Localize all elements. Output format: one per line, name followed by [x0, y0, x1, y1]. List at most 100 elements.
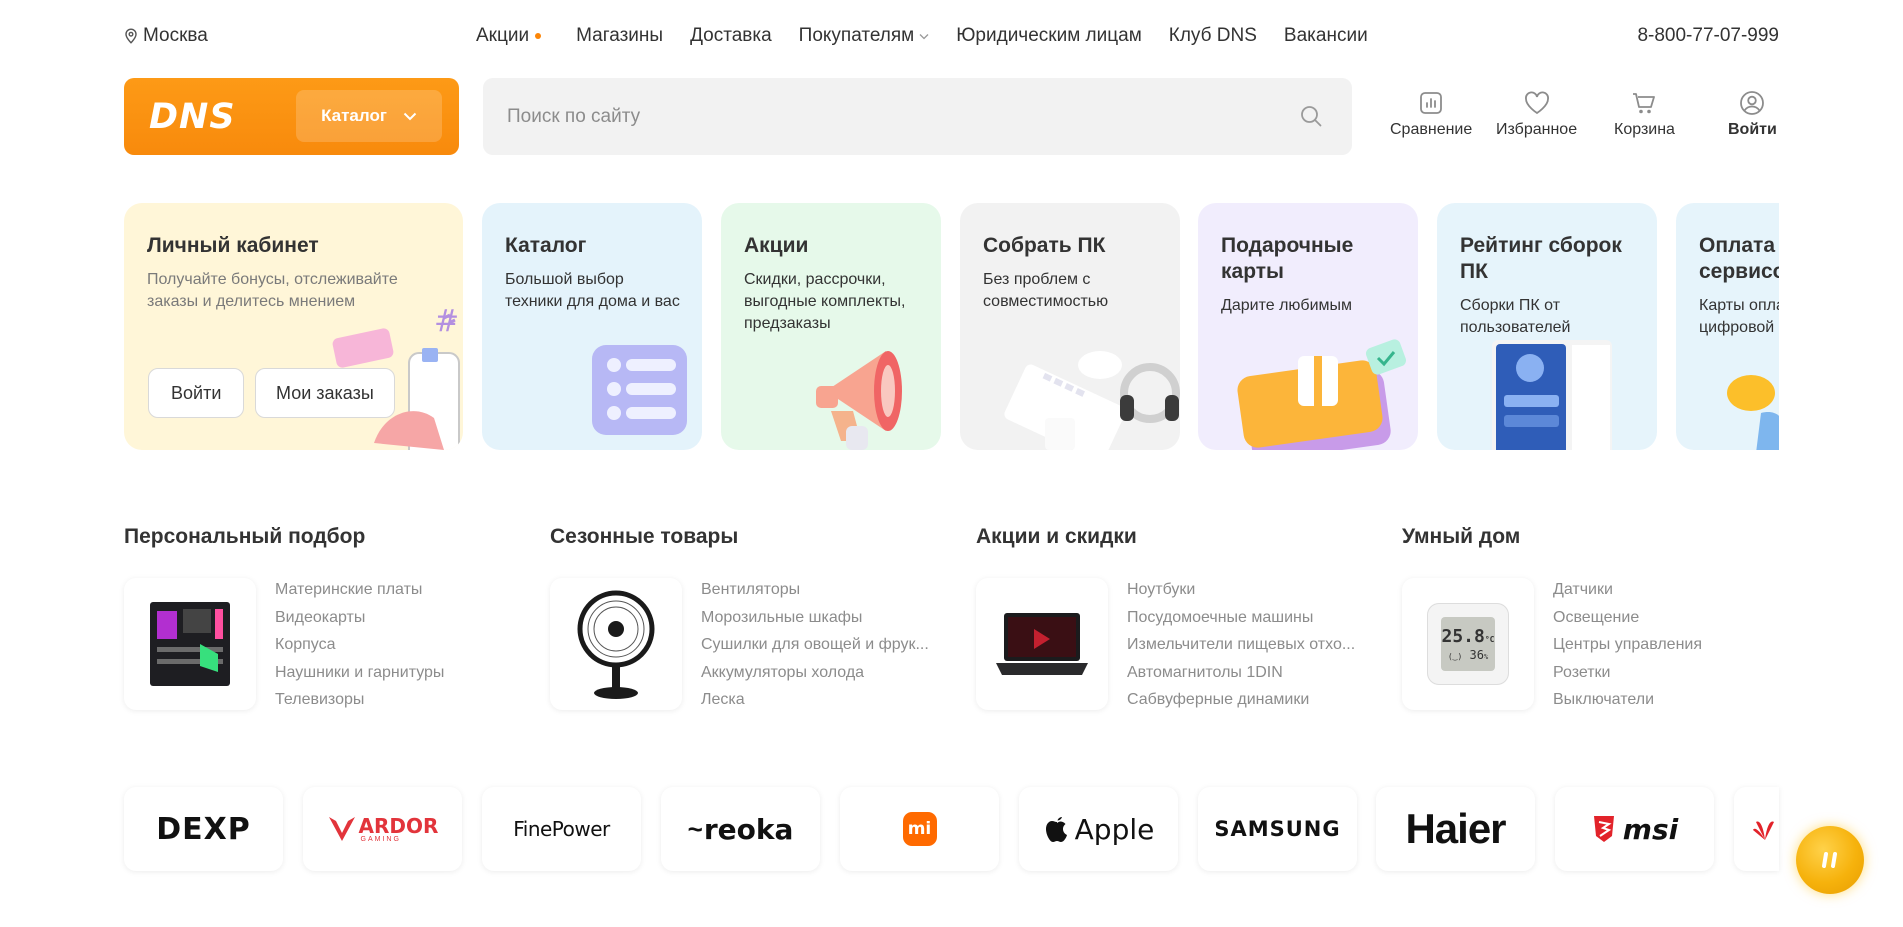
catalog-button[interactable]: Каталог	[296, 90, 442, 142]
pause-bars-icon	[1822, 852, 1837, 868]
catalog-button-label: Каталог	[321, 106, 387, 125]
compare-icon	[1420, 92, 1443, 114]
heart-icon	[1524, 91, 1549, 115]
fan-image[interactable]	[550, 578, 682, 710]
category-link[interactable]: Центры управления	[1553, 631, 1702, 659]
city-selector[interactable]: Москва	[124, 25, 208, 47]
my-orders-button[interactable]: Мои заказы	[255, 368, 395, 418]
category-link[interactable]: Сушилки для овощей и фрук...	[701, 631, 929, 659]
card-catalog[interactable]: Каталог Большой выбор техники для дома и…	[482, 203, 702, 450]
category-link[interactable]: Леска	[701, 686, 929, 714]
chevron-down-icon	[919, 33, 929, 39]
brand-samsung[interactable]: SAMSUNG	[1198, 787, 1357, 871]
brand-ardor[interactable]: ARDOR GAMING	[303, 787, 462, 871]
category-link[interactable]: Корпуса	[275, 631, 444, 659]
floating-bonus-button[interactable]	[1796, 826, 1864, 894]
brand-xiaomi[interactable]: mi	[840, 787, 999, 871]
card-title: Собрать ПК	[983, 234, 1106, 257]
pc-case-illustration	[1492, 340, 1612, 450]
coin-illustration	[1727, 375, 1779, 450]
nav-item-club[interactable]: Клуб DNS	[1169, 25, 1257, 47]
favorites-label: Избранное	[1496, 121, 1578, 138]
city-label: Москва	[143, 25, 208, 46]
category-link[interactable]: Выключатели	[1553, 686, 1702, 714]
nav-item-stores[interactable]: Магазины	[576, 25, 663, 47]
search-bar	[483, 78, 1352, 155]
nav-label: Покупателям	[798, 25, 915, 46]
gift-card-illustration	[1237, 339, 1407, 450]
category-link[interactable]: Наушники и гарнитуры	[275, 659, 444, 687]
dns-logo[interactable]: DNS	[149, 97, 236, 137]
nav-label: Доставка	[690, 25, 772, 46]
nav-label: Вакансии	[1283, 25, 1368, 46]
brand-msi[interactable]: msi	[1555, 787, 1714, 871]
nav-item-promo[interactable]: Акции	[476, 25, 542, 47]
category-links: Вентиляторы Морозильные шкафы Сушилки дл…	[701, 576, 929, 714]
card-pc-rating[interactable]: Рейтинг сборок ПК Сборки ПК от пользоват…	[1437, 203, 1657, 450]
cart-label: Корзина	[1614, 121, 1675, 138]
account-login-button[interactable]: Войти	[148, 368, 245, 418]
category-link[interactable]: Вентиляторы	[701, 576, 929, 604]
brand-dexp[interactable]: DEXP	[124, 787, 283, 871]
dexp-logo: DEXP	[156, 811, 251, 847]
laptop-image[interactable]	[976, 578, 1108, 710]
card-payment[interactable]: Оплата и сервисов Карты опла цифровой	[1676, 203, 1779, 450]
nav-label: Акции	[476, 25, 530, 46]
apple-logo-icon	[1045, 817, 1067, 842]
category-link[interactable]: Сабвуферные динамики	[1127, 686, 1355, 714]
category-link[interactable]: Видеокарты	[275, 604, 444, 632]
chevron-down-icon	[403, 112, 417, 120]
category-link[interactable]: Автомагнитолы 1DIN	[1127, 659, 1355, 687]
category-link[interactable]: Аккумуляторы холода	[701, 659, 929, 687]
sensor-device: 25.8°C (‿) 36%	[1427, 603, 1509, 685]
card-account[interactable]: Личный кабинет Получайте бонусы, отслежи…	[124, 203, 463, 450]
login-label: Войти	[1728, 121, 1777, 138]
laptop-icon	[996, 613, 1088, 675]
category-link[interactable]: Розетки	[1553, 659, 1702, 687]
xiaomi-logo: mi	[902, 812, 937, 846]
favorites-button[interactable]: Избранное	[1496, 90, 1577, 139]
category-link[interactable]: Телевизоры	[275, 686, 444, 714]
nav-item-vacancies[interactable]: Вакансии	[1284, 25, 1368, 47]
brand-reoka[interactable]: ~ reoka	[661, 787, 820, 871]
category-link[interactable]: Измельчители пищевых отхо...	[1127, 631, 1355, 659]
phone-number[interactable]: 8-800-77-07-999	[1637, 25, 1779, 47]
category-title[interactable]: Сезонные товары	[550, 525, 738, 549]
compare-button[interactable]: Сравнение	[1390, 90, 1472, 139]
finepower-logo: FinePower	[513, 817, 610, 841]
megaphone-illustration	[816, 351, 902, 450]
nav-item-delivery[interactable]: Доставка	[690, 25, 772, 47]
category-links: Датчики Освещение Центры управления Розе…	[1553, 576, 1702, 714]
brand-apple[interactable]: Apple	[1019, 787, 1178, 871]
category-link[interactable]: Ноутбуки	[1127, 576, 1355, 604]
category-link[interactable]: Датчики	[1553, 576, 1702, 604]
motherboard-image[interactable]	[124, 578, 256, 710]
ardor-logo: ARDOR GAMING	[359, 816, 439, 843]
sensor-image[interactable]: 25.8°C (‿) 36%	[1402, 578, 1534, 710]
brand-finepower[interactable]: FinePower	[482, 787, 641, 871]
cart-button[interactable]: Корзина	[1614, 90, 1675, 139]
category-link[interactable]: Материнские платы	[275, 576, 444, 604]
search-input[interactable]	[507, 105, 1287, 128]
sensor-face-icon: (‿)	[1447, 651, 1463, 661]
card-promo[interactable]: Акции Скидки, рассрочки, выгодные компле…	[721, 203, 941, 450]
nav-item-customers[interactable]: Покупателям	[799, 25, 930, 47]
card-build-pc[interactable]: Собрать ПК Без проблем с совместимостью	[960, 203, 1180, 450]
category-link[interactable]: Посудомоечные машины	[1127, 604, 1355, 632]
apple-logo: Apple	[1074, 812, 1155, 846]
msi-dragon-icon	[1593, 816, 1614, 842]
category-title[interactable]: Персональный подбор	[124, 525, 365, 549]
category-link[interactable]: Освещение	[1553, 604, 1702, 632]
brand-huawei[interactable]	[1734, 787, 1779, 871]
login-button[interactable]: Войти	[1728, 90, 1777, 139]
category-title[interactable]: Умный дом	[1402, 525, 1520, 549]
card-title: Каталог	[505, 234, 587, 257]
brand-haier[interactable]: Haier	[1376, 787, 1535, 871]
sensor-unit: °C	[1484, 634, 1495, 644]
category-link[interactable]: Морозильные шкафы	[701, 604, 929, 632]
search-icon[interactable]	[1300, 105, 1322, 127]
ardor-logo-text: ARDOR	[358, 813, 439, 838]
category-title[interactable]: Акции и скидки	[976, 525, 1137, 549]
nav-item-legal[interactable]: Юридическим лицам	[956, 25, 1142, 47]
card-gift-cards[interactable]: Подарочные карты Дарите любимым	[1198, 203, 1418, 450]
